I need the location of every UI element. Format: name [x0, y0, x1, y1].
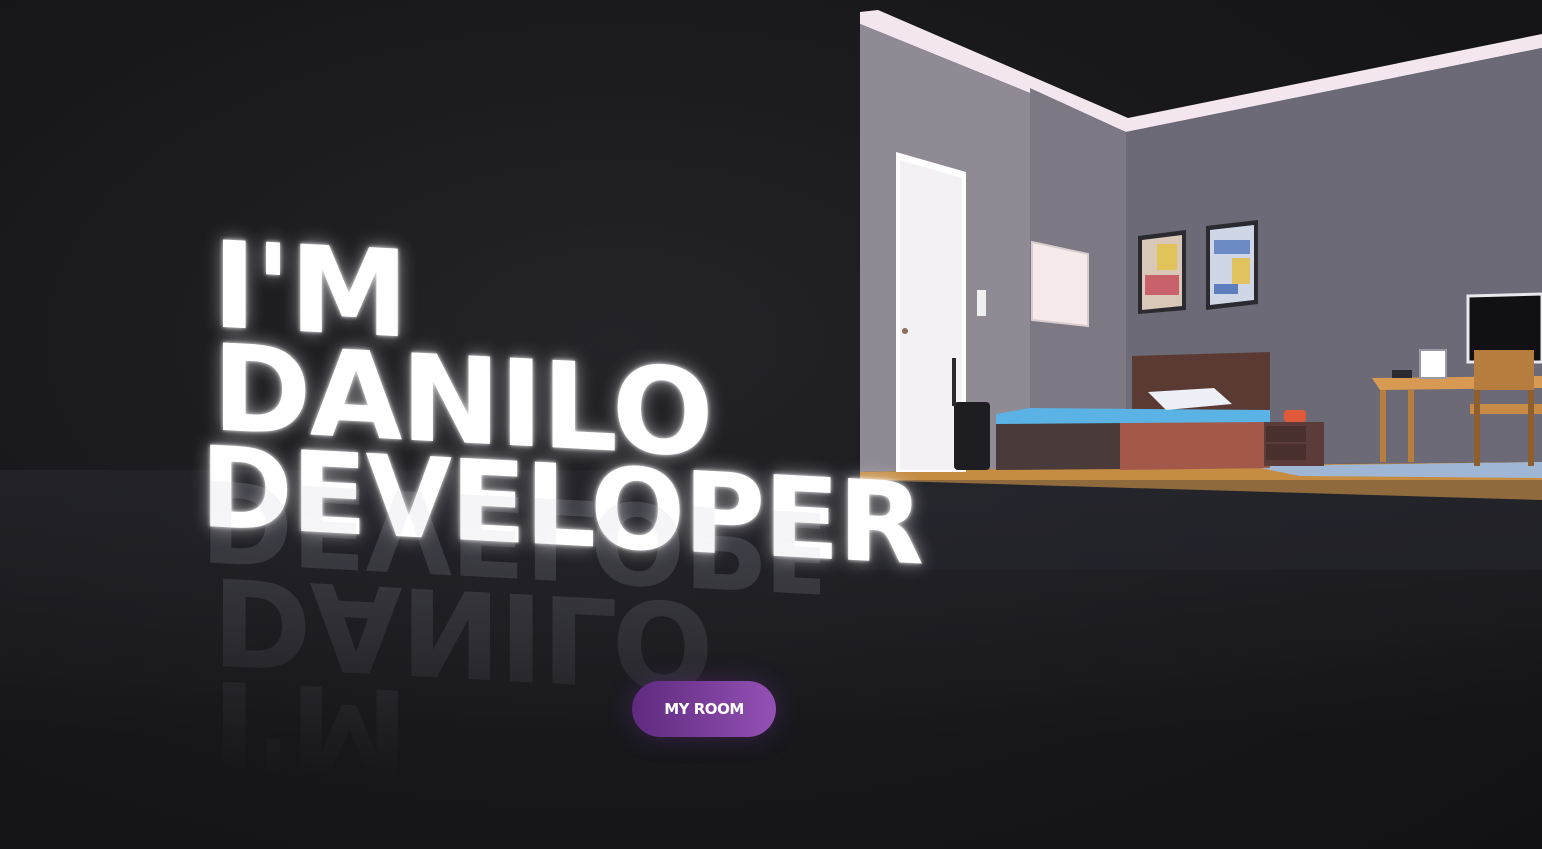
photo-frame	[1419, 349, 1447, 379]
desk-leg-left	[1380, 390, 1386, 462]
my-room-button[interactable]: MY ROOM	[632, 681, 776, 737]
room-floor-reflection	[860, 480, 1542, 570]
light-switch	[977, 290, 986, 316]
whiteboard	[1031, 240, 1089, 328]
poster-right-block-blue	[1214, 240, 1250, 254]
poster-right-block-blue-2	[1214, 284, 1238, 294]
desk-gadget	[1392, 370, 1412, 378]
desk-leg-mid	[1408, 390, 1414, 462]
poster-left-block-red	[1145, 275, 1179, 295]
bed-mattress	[996, 408, 1270, 424]
headline-reflection: I'M DANILO DEVELOPER	[200, 453, 922, 805]
suitcase	[954, 402, 990, 470]
nightstand-drawer-1	[1266, 426, 1306, 442]
door	[900, 160, 962, 470]
suitcase-handle	[952, 358, 956, 406]
chair-back	[1474, 350, 1534, 390]
bed-base-side	[1120, 416, 1270, 470]
chair-leg-left	[1474, 390, 1480, 466]
alarm-clock	[1284, 410, 1306, 422]
hero-scene: I'M DANILO DEVELOPER I'M DANILO DEVELOPE…	[0, 0, 1542, 849]
door-knob	[902, 328, 908, 334]
nightstand-drawer-2	[1266, 444, 1306, 460]
poster-right-block-yellow	[1232, 258, 1250, 284]
poster-left-block-yellow	[1157, 244, 1177, 270]
chair-leg-right	[1528, 390, 1534, 466]
